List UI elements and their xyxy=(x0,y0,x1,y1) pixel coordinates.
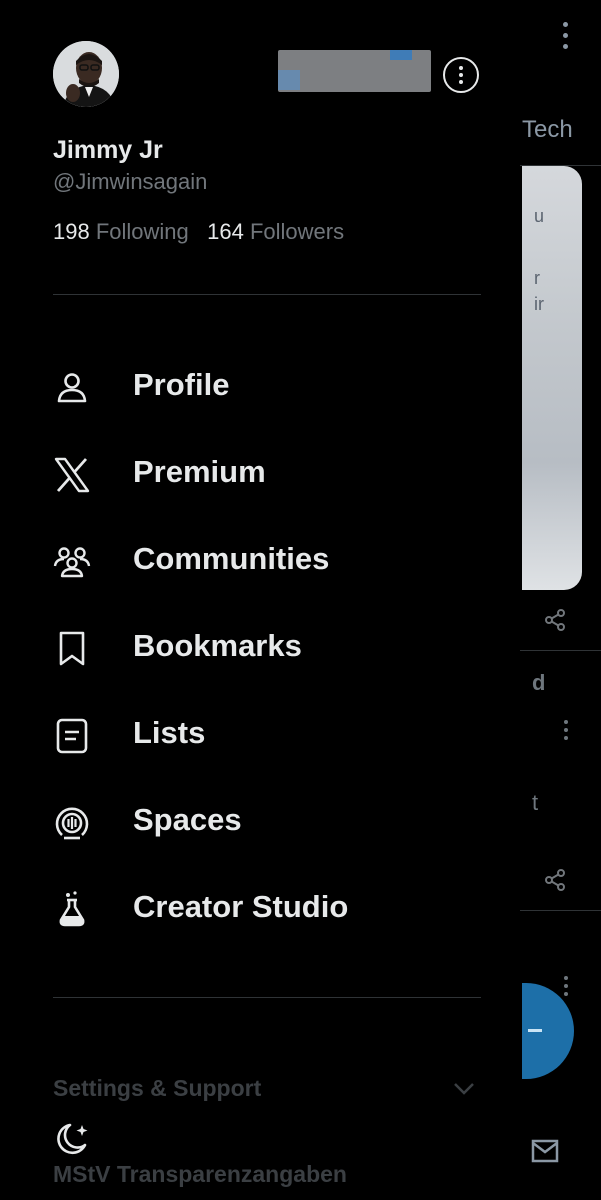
microphone-icon xyxy=(55,807,89,840)
avatar-image xyxy=(53,41,119,107)
background-post-image[interactable] xyxy=(522,166,582,590)
background-image-text: ir xyxy=(534,294,544,314)
background-image-text: u xyxy=(534,206,545,226)
menu-label: Creator Studio xyxy=(133,889,349,924)
list-icon xyxy=(56,718,88,754)
background-tab-label[interactable]: Tech xyxy=(522,116,573,144)
share-icon[interactable] xyxy=(543,608,567,632)
compose-plus-icon xyxy=(528,1029,542,1032)
menu-item-profile[interactable]: Profile xyxy=(0,343,520,430)
menu-item-creator-studio[interactable]: Creator Studio xyxy=(0,865,520,952)
moon-icon[interactable] xyxy=(53,1121,93,1157)
chevron-down-icon[interactable] xyxy=(452,1078,476,1098)
divider xyxy=(53,294,481,295)
communities-icon xyxy=(53,547,91,578)
display-name[interactable]: Jimmy Jr xyxy=(53,136,163,165)
transparency-link[interactable]: MStV Transparenzangaben xyxy=(53,1161,347,1188)
menu-label: Lists xyxy=(133,715,206,750)
followers-count: 164 xyxy=(207,219,244,244)
menu-label: Premium xyxy=(133,454,266,489)
menu-item-spaces[interactable]: Spaces xyxy=(0,778,520,865)
background-divider xyxy=(520,910,601,911)
divider xyxy=(53,997,481,998)
menu-label: Spaces xyxy=(133,802,242,837)
following-count: 198 xyxy=(53,219,90,244)
background-post-text: t xyxy=(532,790,539,815)
menu-label: Bookmarks xyxy=(133,628,302,663)
menu-label: Profile xyxy=(133,367,230,402)
messages-icon[interactable] xyxy=(530,1137,560,1165)
kebab-menu-icon[interactable] xyxy=(558,22,572,58)
avatar[interactable] xyxy=(53,41,119,107)
flask-icon xyxy=(59,891,85,927)
share-icon[interactable] xyxy=(543,868,567,892)
background-divider xyxy=(520,650,601,651)
menu-item-bookmarks[interactable]: Bookmarks xyxy=(0,604,520,691)
background-post-text: d xyxy=(532,670,546,695)
following-link[interactable]: 198 Following xyxy=(53,219,189,244)
more-options-icon[interactable] xyxy=(443,57,479,93)
x-logo-icon xyxy=(54,457,90,493)
followers-link[interactable]: 164 Followers xyxy=(207,219,344,244)
menu-item-communities[interactable]: Communities xyxy=(0,517,520,604)
followers-label: Followers xyxy=(249,219,345,244)
background-image-text: r xyxy=(534,268,540,288)
follow-stats: 198 Following 164 Followers xyxy=(53,219,344,245)
menu-label: Communities xyxy=(133,541,330,576)
bookmark-icon xyxy=(59,631,85,666)
menu-item-lists[interactable]: Lists xyxy=(0,691,520,778)
person-icon xyxy=(57,373,87,403)
menu-item-premium[interactable]: Premium xyxy=(0,430,520,517)
following-label: Following xyxy=(95,219,189,244)
user-handle[interactable]: @Jimwinsagain xyxy=(53,169,207,195)
post-kebab-icon[interactable] xyxy=(560,720,572,744)
post-kebab-icon[interactable] xyxy=(560,976,572,1000)
settings-support-toggle[interactable]: Settings & Support xyxy=(53,1075,261,1102)
navigation-drawer: Jimmy Jr @Jimwinsagain 198 Following 164… xyxy=(0,0,520,1200)
account-switcher-redacted[interactable] xyxy=(278,50,431,92)
